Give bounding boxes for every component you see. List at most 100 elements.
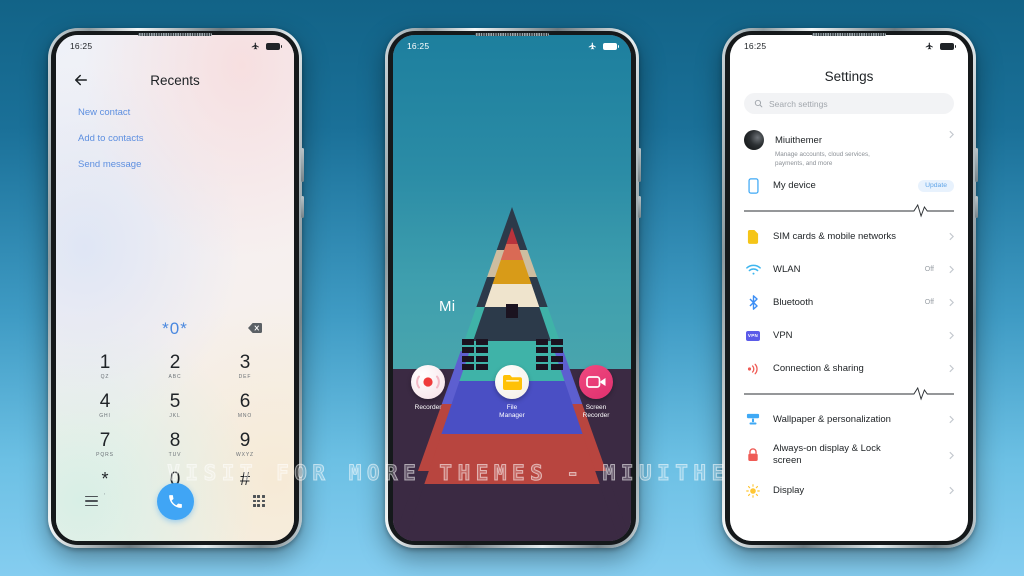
dialpad-icon[interactable] — [252, 495, 265, 507]
page-title: Settings — [824, 69, 874, 84]
sim-glyph — [747, 230, 759, 244]
settings-row-bluetooth[interactable]: Bluetooth Off — [730, 286, 968, 319]
folder-label-mi[interactable]: Mi — [439, 298, 455, 315]
settings-row-wlan[interactable]: WLAN Off — [730, 253, 968, 286]
ecg-divider-icon — [744, 387, 954, 401]
dialer-header: Recents — [56, 65, 294, 95]
settings-row-always-on-display[interactable]: Always-on display & Lock screen — [730, 436, 968, 474]
status-icons — [587, 42, 619, 51]
account-name: Miuithemer — [775, 135, 822, 146]
key-letters: MNO — [237, 412, 253, 419]
settings-row-sim-cards[interactable]: SIM cards & mobile networks — [730, 220, 968, 253]
link-send-message[interactable]: Send message — [78, 159, 143, 170]
ecg-divider-icon — [744, 204, 954, 218]
key-letters: WXYZ — [235, 451, 255, 458]
display-icon — [744, 482, 762, 500]
settings-label-line2: screen — [773, 455, 802, 466]
key-1[interactable]: 1 QZ — [70, 353, 140, 380]
key-letters: GHI — [99, 412, 111, 419]
folder-icon — [495, 365, 529, 399]
battery-icon — [940, 42, 956, 50]
app-file-manager[interactable]: File Manager — [481, 365, 543, 420]
account-subtitle-line2: payments, and more — [775, 160, 833, 168]
app-label-line2: Manager — [499, 412, 525, 420]
dialpad[interactable]: 1 QZ 2 ABC 3 DEF 4 GHI 5 JKL 6 MNO 7 PQRS 8 TUV … — [70, 353, 280, 497]
video-camera-glyph — [585, 376, 605, 388]
settings-row-my-device[interactable]: My device Update — [730, 169, 968, 202]
key-letters: DEF — [238, 373, 252, 380]
section-divider-ecg-1 — [730, 204, 968, 218]
home-app-row: Recorder File Manager Screen Recorder — [393, 365, 631, 420]
account-text: Miuithemer Manage accounts, cloud servic… — [775, 130, 938, 168]
lock-icon — [744, 446, 762, 464]
status-bar: 16:25 — [393, 35, 631, 57]
call-icon — [169, 494, 182, 508]
chevron-right-icon — [949, 451, 954, 459]
volume-button[interactable] — [638, 148, 641, 182]
search-input[interactable]: Search settings — [744, 93, 954, 114]
link-new-contact[interactable]: New contact — [78, 107, 143, 118]
key-5[interactable]: 5 JKL — [140, 390, 210, 418]
backspace-icon[interactable] — [248, 323, 262, 333]
device-glyph — [747, 177, 759, 194]
bluetooth-glyph — [748, 295, 758, 310]
chevron-right-icon — [949, 486, 954, 495]
page-title: Recents — [150, 72, 200, 88]
home-wallpaper: 16:25 Mi Recorder File Manager Screen Re… — [393, 35, 631, 541]
device-icon — [744, 177, 762, 195]
app-label: File Manager — [481, 404, 543, 420]
key-digit: 8 — [169, 429, 181, 451]
app-label: Screen Recorder — [565, 404, 627, 420]
key-digit: 5 — [169, 390, 181, 412]
settings-row-account[interactable]: Miuithemer Manage accounts, cloud servic… — [730, 123, 968, 169]
settings-row-wallpaper[interactable]: Wallpaper & personalization — [730, 403, 968, 436]
back-arrow-icon[interactable] — [72, 71, 90, 89]
key-4[interactable]: 4 GHI — [70, 391, 140, 419]
key-letters: PQRS — [96, 451, 114, 458]
chevron-right-icon — [949, 130, 954, 139]
power-button[interactable] — [975, 196, 978, 218]
status-time: 16:25 — [407, 41, 430, 51]
key-letters: TUV — [168, 451, 182, 458]
pyramid-door — [506, 303, 518, 318]
key-9[interactable]: 9 WXYZ — [210, 429, 280, 458]
key-3[interactable]: 3 DEF — [210, 353, 280, 380]
menu-icon[interactable] — [85, 496, 99, 506]
settings-label: Wallpaper & personalization — [773, 414, 891, 425]
power-button[interactable] — [301, 196, 304, 218]
settings-label: Always-on display & Lock screen — [773, 443, 938, 467]
app-label-line2: Recorder — [582, 412, 610, 420]
key-2[interactable]: 2 ABC — [140, 353, 210, 380]
status-icons — [250, 42, 282, 51]
earpiece-grille — [812, 33, 886, 36]
key-7[interactable]: 7 PQRS — [70, 429, 140, 458]
connection-glyph — [747, 363, 758, 374]
recorder-glyph — [416, 375, 440, 389]
settings-label: Display — [773, 485, 805, 496]
call-button[interactable] — [156, 482, 194, 520]
chevron-right-icon — [949, 415, 954, 424]
airplane-icon — [925, 42, 933, 49]
power-button[interactable] — [638, 196, 641, 218]
key-letters: QZ — [100, 373, 110, 380]
search-icon — [754, 99, 763, 108]
volume-button[interactable] — [301, 148, 304, 182]
volume-button[interactable] — [975, 148, 978, 182]
app-label: Recorder — [414, 404, 442, 411]
dialer-quick-links: New contact Add to contacts Send message — [78, 107, 143, 170]
link-add-to-contacts[interactable]: Add to contacts — [78, 133, 143, 144]
key-digit: 9 — [239, 429, 251, 451]
key-8[interactable]: 8 TUV — [140, 429, 210, 458]
airplane-icon — [588, 42, 596, 49]
update-badge[interactable]: Update — [918, 179, 954, 192]
app-recorder[interactable]: Recorder — [397, 365, 459, 420]
app-screen-recorder[interactable]: Screen Recorder — [565, 365, 627, 420]
vpn-icon: VPN — [744, 327, 762, 345]
settings-row-vpn[interactable]: VPN VPN — [730, 319, 968, 352]
key-digit: 7 — [99, 429, 111, 451]
section-divider-ecg-2 — [730, 387, 968, 401]
key-6[interactable]: 6 MNO — [210, 391, 280, 419]
settings-row-connection-sharing[interactable]: Connection & sharing — [730, 352, 968, 385]
recorder-icon — [411, 365, 445, 399]
settings-row-display[interactable]: Display — [730, 474, 968, 507]
